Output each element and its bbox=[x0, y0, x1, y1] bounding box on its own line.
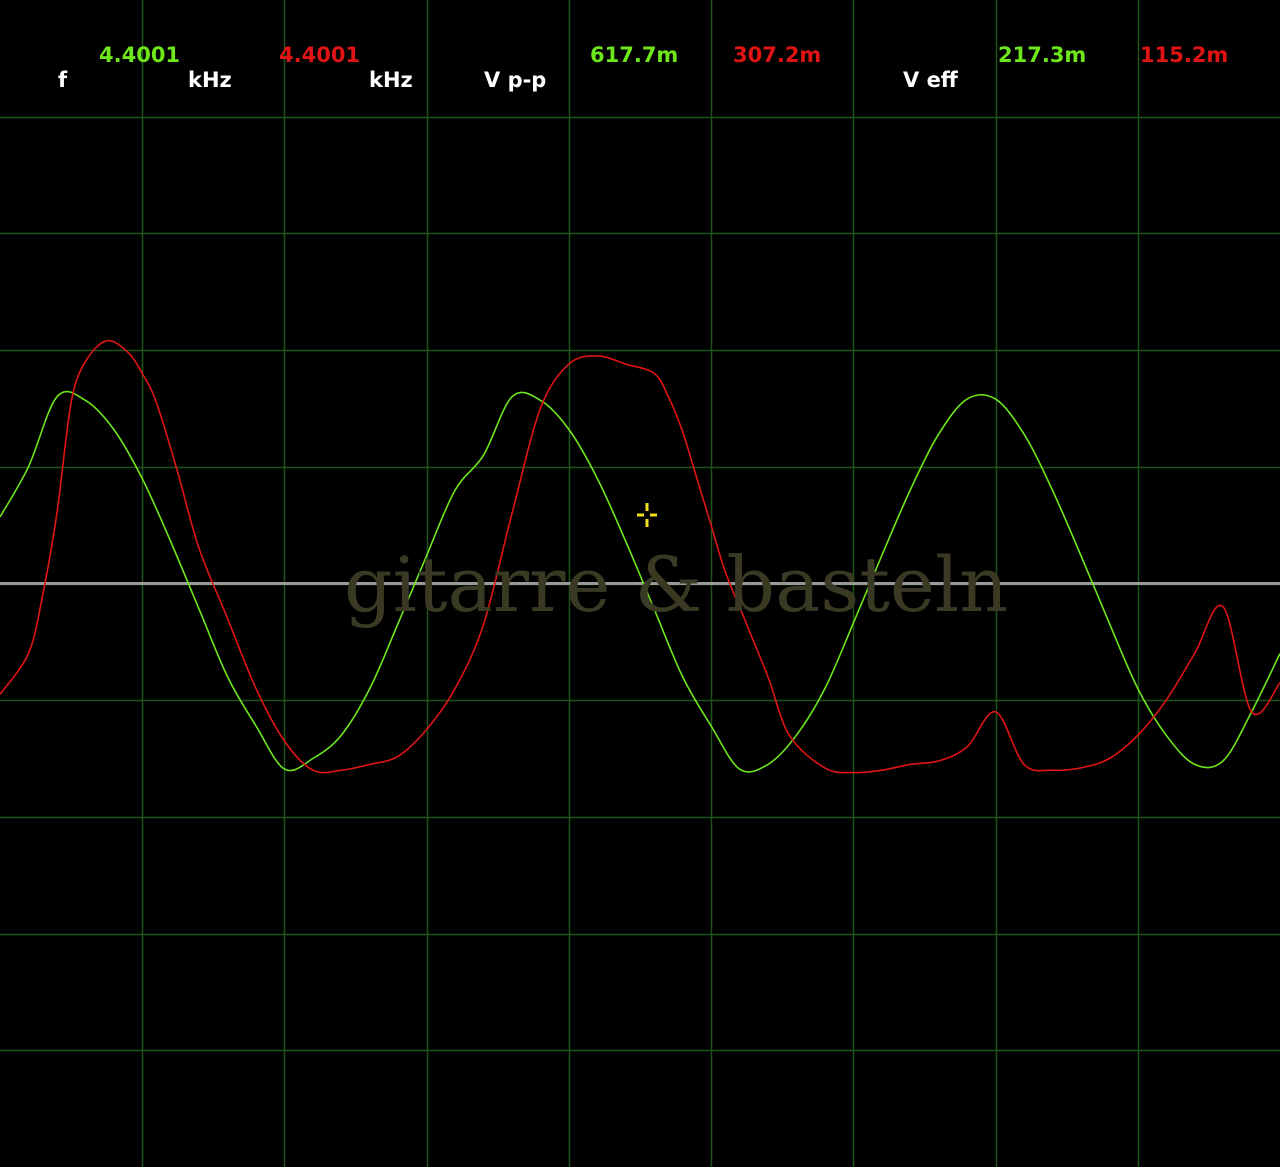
channel2-vpp-value: 307.2m bbox=[733, 43, 822, 67]
watermark-text: gitarre & basteln bbox=[344, 540, 1009, 629]
veff-label: V eff bbox=[903, 68, 958, 92]
channel2-veff-value: 115.2m bbox=[1140, 43, 1229, 67]
channel1-frequency-value: 4.4001 bbox=[99, 43, 181, 67]
frequency-label: f bbox=[58, 68, 68, 92]
channel2-frequency-unit: kHz bbox=[369, 68, 413, 92]
channel2-frequency-value: 4.4001 bbox=[279, 43, 361, 67]
oscilloscope-display: gitarre & basteln f 4.4001 kHz 4.4001 kH… bbox=[0, 0, 1280, 1167]
channel1-veff-value: 217.3m bbox=[998, 43, 1087, 67]
channel1-frequency-unit: kHz bbox=[188, 68, 232, 92]
vpp-label: V p-p bbox=[484, 68, 547, 92]
channel1-vpp-value: 617.7m bbox=[590, 43, 679, 67]
